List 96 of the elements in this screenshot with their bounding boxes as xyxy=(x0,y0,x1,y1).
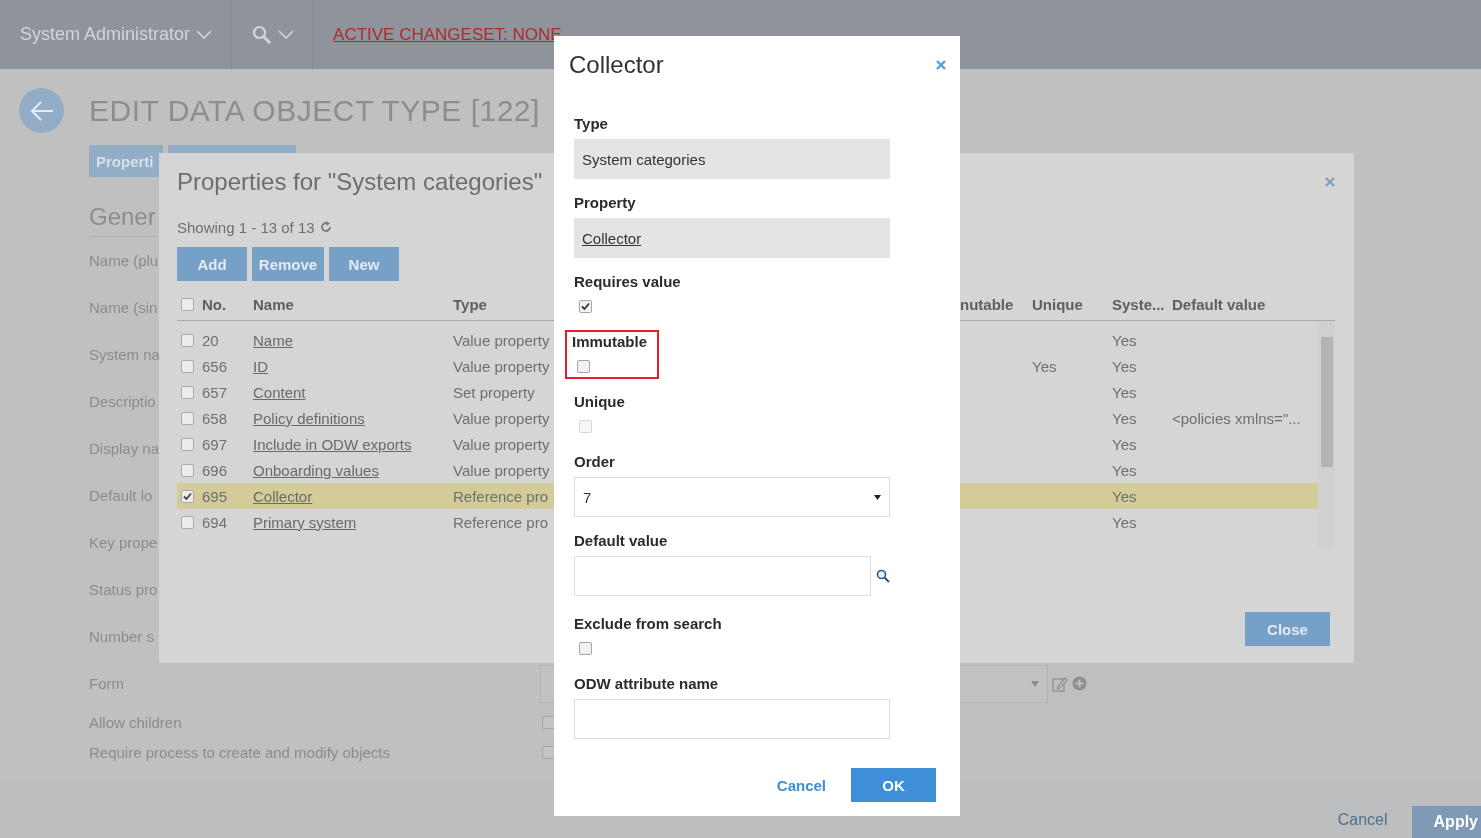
checkbox[interactable] xyxy=(181,515,194,529)
changeset-link[interactable]: ACTIVE CHANGESET: NONE xyxy=(333,24,562,45)
field-label: Order xyxy=(574,452,616,472)
field-label: Requires value xyxy=(574,272,682,292)
table-cell: 695 xyxy=(202,487,228,505)
table-cell: Yes xyxy=(1112,435,1137,453)
apply-button[interactable]: Apply xyxy=(1411,806,1481,838)
column-header: Syste... xyxy=(1112,296,1165,313)
result-count: Showing 1 - 13 of 13 xyxy=(177,218,315,236)
action-button[interactable]: New xyxy=(329,247,399,281)
table-cell: 20 xyxy=(202,331,219,349)
table-cell: Yes xyxy=(1112,357,1137,375)
property-link[interactable]: Collector xyxy=(582,229,642,247)
property-link[interactable]: Name xyxy=(253,331,293,349)
checkbox[interactable] xyxy=(577,360,590,373)
table-cell: Yes xyxy=(1112,461,1137,479)
refresh-icon[interactable] xyxy=(319,221,332,233)
table-cell: Yes xyxy=(1112,409,1137,427)
scrollbar[interactable] xyxy=(1319,321,1335,548)
table-cell: 657 xyxy=(202,383,228,401)
arrow-left-icon xyxy=(28,99,55,122)
action-button[interactable]: Remove xyxy=(252,247,324,281)
chevron-icon xyxy=(196,29,213,40)
scrollbar-thumb[interactable] xyxy=(1321,337,1333,467)
field-label: Immutable xyxy=(572,332,647,352)
property-link[interactable]: Onboarding values xyxy=(253,461,379,479)
close-icon[interactable] xyxy=(1325,177,1335,187)
ok-button[interactable]: OK xyxy=(851,768,936,802)
table-cell: 696 xyxy=(202,461,228,479)
table-cell: Yes xyxy=(1112,487,1137,505)
checkbox[interactable] xyxy=(181,437,194,451)
checkbox[interactable] xyxy=(181,298,194,311)
column-header: Name xyxy=(253,296,294,313)
checkbox[interactable] xyxy=(181,463,194,477)
table-cell: 658 xyxy=(202,409,228,427)
field-label: ODW attribute name xyxy=(574,674,720,694)
checkbox[interactable] xyxy=(579,642,592,655)
table-cell: 697 xyxy=(202,435,228,453)
property-link[interactable]: ID xyxy=(253,357,268,375)
close-button[interactable]: Close xyxy=(1245,612,1330,646)
checkbox[interactable] xyxy=(579,300,592,313)
order-select[interactable]: 7 xyxy=(574,477,890,517)
table-cell: Yes xyxy=(1032,357,1057,375)
table-cell: Value property xyxy=(453,357,550,375)
property-link[interactable]: Include in ODW exports xyxy=(253,435,412,453)
property-link[interactable]: Primary system xyxy=(253,513,357,531)
readonly-field: System categories xyxy=(574,139,890,179)
table-cell: 694 xyxy=(202,513,228,531)
checkbox[interactable] xyxy=(181,359,194,373)
cancel-link[interactable]: Cancel xyxy=(1337,811,1388,829)
dialog-title: Collector xyxy=(569,51,664,79)
field-label: Property xyxy=(574,193,637,213)
field-label: Exclude from search xyxy=(574,614,723,634)
chevron-icon xyxy=(278,29,295,40)
field-label: Default value xyxy=(574,531,669,551)
plus-circle-icon[interactable] xyxy=(1072,676,1087,691)
table-cell: Set property xyxy=(453,383,535,401)
table-cell: Value property xyxy=(453,461,550,479)
column-header: Type xyxy=(453,296,487,313)
column-header: nutable xyxy=(960,296,1014,313)
property-link[interactable]: Policy definitions xyxy=(253,409,365,427)
checkbox[interactable] xyxy=(181,385,194,399)
table-cell: Value property xyxy=(453,435,550,453)
input-field[interactable] xyxy=(574,699,890,739)
property-link[interactable]: Collector xyxy=(253,487,313,505)
field-label: Unique xyxy=(574,392,626,412)
table-cell: Yes xyxy=(1112,383,1137,401)
search-icon[interactable] xyxy=(876,569,890,583)
dialog-title: Properties for "System categories" xyxy=(177,168,543,196)
caret-icon xyxy=(1031,680,1039,687)
cancel-link[interactable]: Cancel xyxy=(776,776,826,794)
field-label: Type xyxy=(574,114,609,134)
back-button[interactable] xyxy=(19,88,64,133)
table-cell: 656 xyxy=(202,357,228,375)
checkbox[interactable] xyxy=(181,411,194,425)
checkbox[interactable] xyxy=(181,489,194,503)
input-field[interactable] xyxy=(574,556,871,596)
edit-icon[interactable] xyxy=(1052,675,1068,692)
table-cell: Reference pro xyxy=(453,487,549,505)
table-cell: Value property xyxy=(453,409,550,427)
user-menu[interactable]: System Administrator xyxy=(20,24,191,45)
table-cell: Reference pro xyxy=(453,513,549,531)
column-header: No. xyxy=(202,296,227,313)
select-value: 7 xyxy=(583,488,592,506)
checkbox[interactable] xyxy=(181,333,194,347)
caret-icon xyxy=(874,494,881,500)
column-header: Default value xyxy=(1172,296,1266,313)
close-icon[interactable] xyxy=(936,60,946,70)
property-link[interactable]: Content xyxy=(253,383,306,401)
table-cell: Value property xyxy=(453,331,550,349)
table-cell: Yes xyxy=(1112,331,1137,349)
column-header: Unique xyxy=(1032,296,1083,313)
tab[interactable]: Properti xyxy=(89,145,163,177)
table-cell: <policies xmlns="... xyxy=(1172,409,1301,427)
action-button[interactable]: Add xyxy=(177,247,247,281)
table-cell: Yes xyxy=(1112,513,1137,531)
